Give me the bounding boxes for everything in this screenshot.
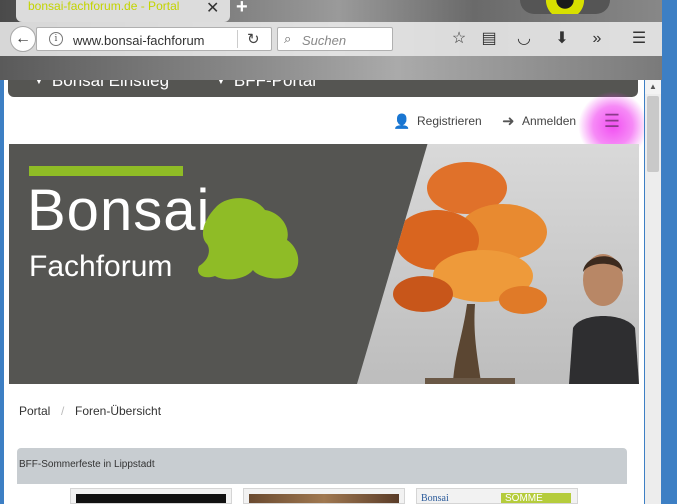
caret-down-icon: ▼ [216,80,226,88]
breadcrumb-forum-overview[interactable]: Foren-Übersicht [75,404,161,418]
cat-eye-background [520,0,610,14]
scroll-up-arrow-icon[interactable]: ▲ [645,80,661,94]
bonsai-photo [357,144,639,384]
browser-toolbar: i www.bonsai-fachforum ↻ ← ⌕ Suchen ☆ ▤ … [0,22,662,56]
banner-title: Bonsai [27,178,211,243]
reading-list-icon[interactable]: ▤ [479,28,499,50]
tab-close-icon[interactable]: ✕ [206,0,219,18]
banner-subtitle: Fachforum [29,250,173,283]
desktop-edge [662,0,677,504]
sign-in-icon[interactable]: ➜ [502,112,515,130]
tree-logo-icon [197,198,299,280]
pocket-icon[interactable]: ◡ [514,28,534,50]
breadcrumb-portal[interactable]: Portal [19,404,50,418]
hamburger-menu-icon[interactable]: ☰ [629,28,649,50]
back-button[interactable]: ← [10,26,36,52]
star-icon[interactable]: ☆ [449,28,469,50]
gallery-thumbnail[interactable]: Bonsai SOMME [416,488,578,504]
thumbnail-image [249,494,399,503]
url-bar[interactable]: i www.bonsai-fachforum ↻ [36,27,272,51]
new-tab-button[interactable]: + [236,0,248,19]
register-link[interactable]: Registrieren [417,114,482,128]
section-title[interactable]: BFF-Sommerfeste in Lippstadt [19,459,155,470]
person-photo [569,254,639,384]
thumbnail-text: Bonsai [421,493,449,504]
nav-item-bff-portal[interactable]: ▼ BFF-Portal [216,80,316,91]
browser-chrome: bonsai-fachforum.de - Portal ✕ + i www.b… [0,0,677,80]
site-banner[interactable]: Bonsai Fachforum [9,144,639,384]
site-navigation: ▼ Bonsai Einstieg ▼ BFF-Portal [8,80,638,97]
gallery-thumbnail[interactable] [243,488,405,504]
toolbar-background [0,56,662,80]
site-menu-button[interactable]: ☰ [599,110,625,132]
banner-accent-stripe [29,166,183,176]
url-text[interactable]: www.bonsai-fachforum [73,33,205,48]
page-scrollbar[interactable] [645,94,661,504]
bonsai-tree-image [393,162,547,384]
nav-item-bonsai-einstieg[interactable]: ▼ Bonsai Einstieg [34,80,169,91]
browser-tab[interactable]: bonsai-fachforum.de - Portal ✕ [16,0,230,22]
tab-title: bonsai-fachforum.de - Portal [28,0,180,13]
search-icon: ⌕ [284,31,292,46]
search-input[interactable]: ⌕ Suchen [277,27,393,51]
section-header: BFF-Sommerfeste in Lippstadt [17,448,627,484]
scrollbar-thumb[interactable] [647,96,659,172]
breadcrumb-separator: / [61,404,65,418]
gallery-thumbnail[interactable] [70,488,232,504]
search-placeholder: Suchen [302,33,347,48]
add-user-icon[interactable]: 👤 [393,113,410,130]
info-icon[interactable]: i [49,32,63,46]
url-divider [237,30,238,48]
login-link[interactable]: Anmelden [522,114,576,128]
page-viewport: ▼ Bonsai Einstieg ▼ BFF-Portal 👤 Registrie… [4,80,644,504]
caret-down-icon: ▼ [34,80,44,88]
thumbnail-image [76,494,226,503]
download-icon[interactable]: ⬇ [552,28,572,50]
thumbnail-badge: SOMME [501,493,571,503]
reload-icon[interactable]: ↻ [247,30,260,48]
overflow-icon[interactable]: » [587,28,607,50]
